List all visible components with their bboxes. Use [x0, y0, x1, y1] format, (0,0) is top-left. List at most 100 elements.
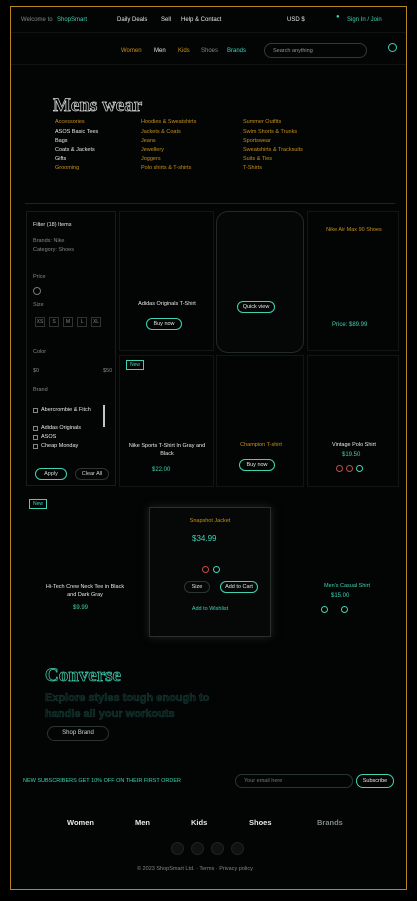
category-link[interactable]: Jewellery [141, 147, 164, 153]
brand-name[interactable]: ShopSmart [57, 17, 87, 23]
nav-brands[interactable]: Brands [227, 48, 246, 54]
category-link[interactable]: ASOS Basic Tees [55, 129, 98, 135]
twitter-icon[interactable] [191, 842, 204, 855]
search-input[interactable]: Search anything [264, 43, 367, 58]
brand-checkbox[interactable] [33, 444, 38, 449]
email-field[interactable]: Your email here [235, 774, 353, 788]
category-link[interactable]: Accessories [55, 119, 85, 125]
app-frame: Welcome to ShopSmart Daily Deals Sell He… [10, 6, 407, 890]
product-card[interactable]: Adidas Originals T-Shirt Buy now [119, 211, 214, 351]
scrollbar[interactable] [103, 405, 105, 427]
color-swatch[interactable] [346, 465, 353, 472]
size-option[interactable]: XL [91, 317, 101, 327]
radio-icon[interactable] [33, 287, 41, 295]
product-card[interactable]: Champion T-shirt Buy now [216, 355, 304, 487]
brand-label: Abercrombie & Fitch [41, 407, 91, 413]
size-select[interactable]: Size [184, 581, 210, 593]
sell-link[interactable]: Sell [161, 17, 171, 23]
product-name: Hi-Tech Crew Neck Tee in Black and Dark … [45, 584, 125, 598]
brand-label: Adidas Originals [41, 425, 82, 431]
apply-button[interactable]: Apply [35, 468, 67, 480]
brand-checkbox[interactable] [33, 435, 38, 440]
sign-in-link[interactable]: Sign In / Join [347, 17, 382, 23]
category-link[interactable]: Polo shirts & T-shirts [141, 165, 191, 171]
popup-price: $34.99 [192, 534, 217, 543]
category-link[interactable]: Summer Outfits [243, 119, 281, 125]
clear-button[interactable]: Clear All [75, 468, 109, 480]
category-link[interactable]: Hoodies & Sweatshirts [141, 119, 196, 125]
filter-section-label[interactable]: Brand [33, 387, 48, 393]
color-swatch[interactable] [336, 465, 343, 472]
youtube-icon[interactable] [231, 842, 244, 855]
page-title: Mens wear [53, 95, 143, 117]
nav-men[interactable]: Men [154, 48, 166, 54]
category-link[interactable]: Bags [55, 138, 68, 144]
product-card[interactable]: Quick view [216, 211, 304, 353]
footer-link[interactable]: Kids [191, 818, 207, 827]
product-name: Men's Casual Shirt [324, 583, 370, 589]
facebook-icon[interactable] [171, 842, 184, 855]
size-option[interactable]: S [49, 317, 59, 327]
size-option[interactable]: XS [35, 317, 45, 327]
product-card[interactable]: Nike Air Max 90 Shoes Price: $89.99 [307, 211, 399, 351]
category-link[interactable]: Sweatshirts & Tracksuits [243, 147, 303, 153]
footer-link[interactable]: Shoes [249, 818, 272, 827]
product-name: Adidas Originals T-Shirt [138, 301, 196, 307]
category-link[interactable]: Jeans [141, 138, 156, 144]
product-name: Nike Air Max 90 Shoes [326, 227, 382, 233]
category-link[interactable]: Joggers [141, 156, 161, 162]
size-option[interactable]: L [77, 317, 87, 327]
main-nav: Women Men Kids Shoes Brands Search anyth… [11, 33, 406, 65]
applied-filter[interactable]: Category: Shoes [33, 247, 74, 253]
currency-selector[interactable]: USD $ [287, 17, 305, 23]
color-swatch[interactable] [321, 606, 328, 613]
brand-checkbox[interactable] [33, 426, 38, 431]
footer-link[interactable]: Men [135, 818, 150, 827]
size-option[interactable]: M [63, 317, 73, 327]
product-card[interactable]: New Nike Sports T-Shirt In Gray and Blac… [119, 355, 214, 487]
brand-checkbox[interactable] [33, 408, 38, 413]
quick-view-button[interactable]: Quick view [237, 301, 275, 313]
wishlist-link[interactable]: Add to Wishlist [150, 606, 270, 612]
category-link[interactable]: Swim Shorts & Trunks [243, 129, 297, 135]
filter-section-label[interactable]: Size [33, 302, 44, 308]
brand-title: Converse [45, 665, 122, 687]
copyright: © 2023 ShopSmart Ltd. · Terms · Privacy … [137, 866, 253, 872]
category-link[interactable]: Grooming [55, 165, 79, 171]
help-link[interactable]: Help & Contact [181, 17, 221, 23]
buy-now-button[interactable]: Buy now [146, 318, 182, 330]
category-link[interactable]: Sportswear [243, 138, 271, 144]
filter-panel: Filter (18) Items Brands: Nike Category:… [26, 211, 116, 486]
category-link[interactable]: Gifts [55, 156, 66, 162]
daily-deals-link[interactable]: Daily Deals [117, 17, 147, 23]
search-icon[interactable] [388, 43, 397, 52]
instagram-icon[interactable] [211, 842, 224, 855]
color-swatch[interactable] [213, 566, 220, 573]
nav-shoes[interactable]: Shoes [201, 48, 218, 54]
footer-link[interactable]: Women [67, 818, 94, 827]
category-link[interactable]: Coats & Jackets [55, 147, 95, 153]
welcome-text: Welcome to [21, 17, 53, 23]
add-to-cart-button[interactable]: Add to Cart [220, 581, 258, 593]
buy-now-button[interactable]: Buy now [239, 459, 275, 471]
filter-section-label[interactable]: Color [33, 349, 46, 355]
category-link[interactable]: T-Shirts [243, 165, 262, 171]
product-card[interactable]: Vintage Polo Shirt $19.50 [307, 355, 399, 487]
product-price: Price: $89.99 [332, 322, 368, 328]
applied-filter[interactable]: Brands: Nike [33, 238, 65, 244]
shop-brand-button[interactable]: Shop Brand [47, 726, 109, 741]
color-swatch[interactable] [202, 566, 209, 573]
category-link[interactable]: Suits & Ties [243, 156, 272, 162]
top-bar: Welcome to ShopSmart Daily Deals Sell He… [11, 7, 406, 33]
user-icon[interactable]: ● [336, 14, 340, 20]
nav-kids[interactable]: Kids [178, 48, 190, 54]
footer-link[interactable]: Brands [317, 818, 343, 827]
filter-section-label[interactable]: Price [33, 274, 46, 280]
new-badge: New [126, 360, 145, 370]
category-link[interactable]: Jackets & Coats [141, 129, 181, 135]
color-swatch[interactable] [341, 606, 348, 613]
subscribe-button[interactable]: Subscribe [356, 774, 394, 788]
product-name: Nike Sports T-Shirt In Gray and Black [128, 443, 206, 457]
nav-women[interactable]: Women [121, 48, 142, 54]
color-swatch[interactable] [356, 465, 363, 472]
